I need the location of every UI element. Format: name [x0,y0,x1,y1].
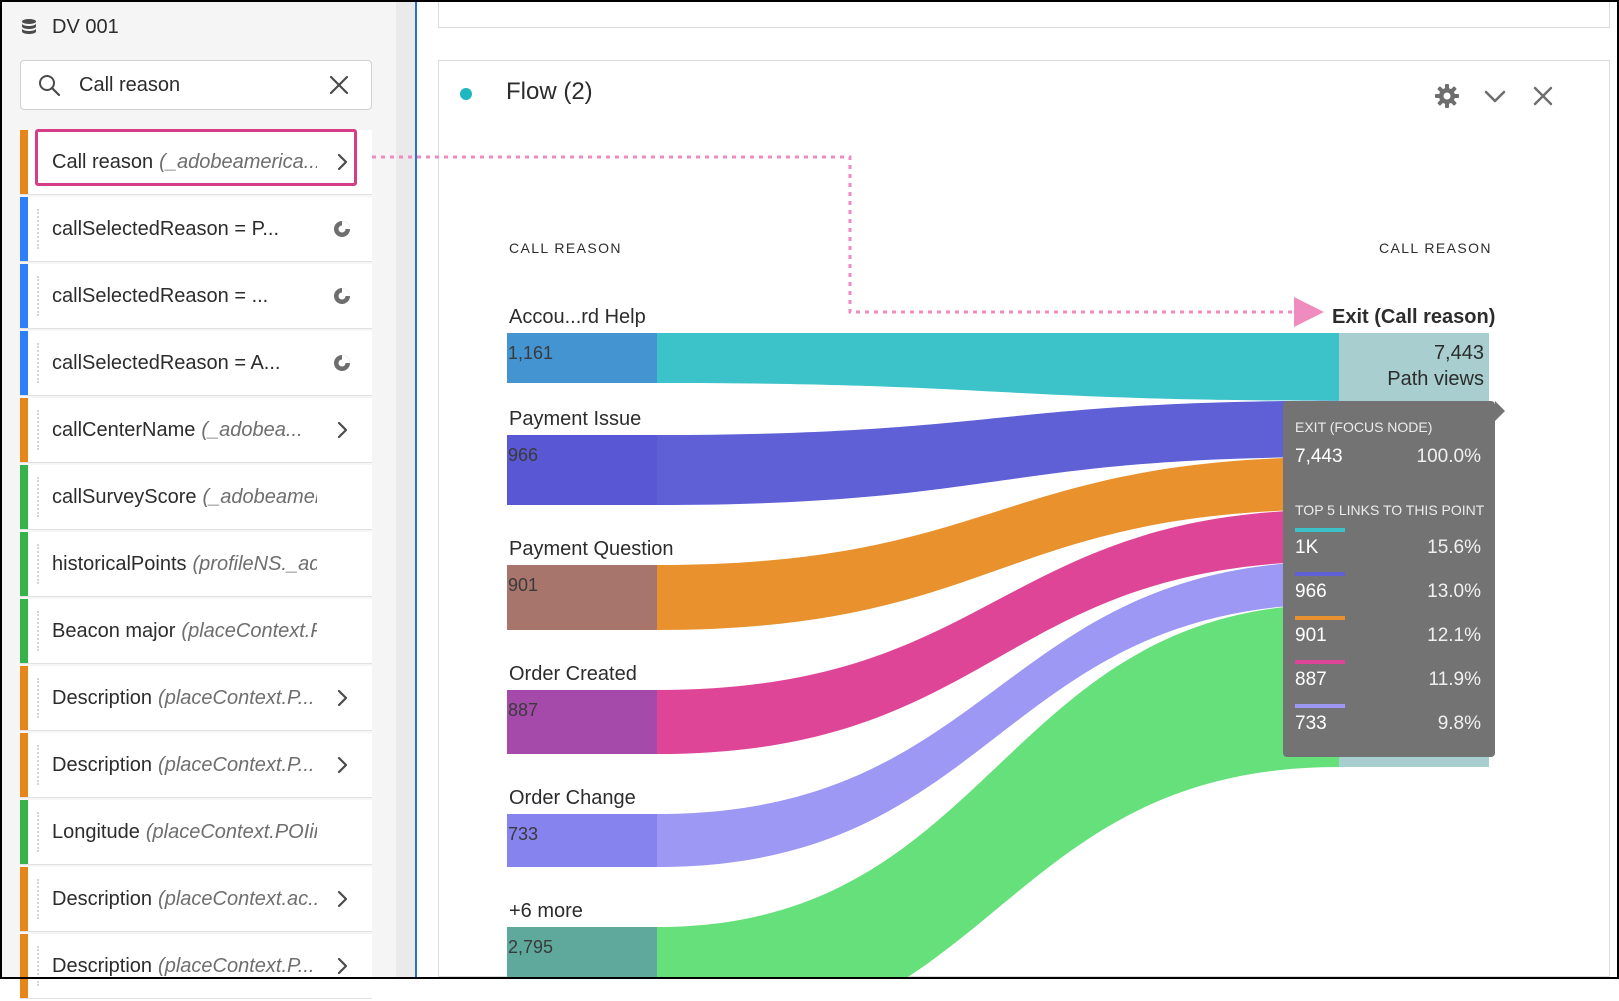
flow-node-value: 733 [508,824,539,844]
flow-node-value: 887 [508,700,539,720]
tooltip-link-value: 1K [1295,537,1319,558]
tooltip-focus-header: EXIT (FOCUS NODE) [1295,419,1433,435]
flow-node-label: Order Change [509,787,636,809]
flow-node-label: Accou...rd Help [509,306,646,328]
tooltip-link-value: 966 [1295,581,1327,602]
tooltip-link-pct: 15.6% [1427,537,1481,558]
exit-node-sublabel: Path views [1387,368,1484,390]
tooltip-focus-pct: 100.0% [1416,446,1481,467]
flow-node-label: Order Created [509,663,637,685]
flow-node-label: +6 more [509,900,583,922]
tooltip-link-pct: 9.8% [1437,713,1481,734]
tooltip-link-swatch [1295,528,1345,532]
tooltip-focus-value: 7,443 [1295,446,1343,467]
flow-link[interactable] [657,604,1339,979]
flow-node-label: Payment Question [509,538,674,560]
tooltip-link-pct: 13.0% [1427,581,1481,602]
tooltip-link-pct: 11.9% [1428,669,1481,690]
tooltip-link-swatch [1295,660,1345,664]
flow-node-value: 1,161 [508,343,554,363]
tooltip-link-swatch [1295,572,1345,576]
flow-link[interactable] [657,333,1339,401]
tooltip-link-value: 733 [1295,713,1327,734]
tooltip-link-pct: 12.1% [1427,625,1481,646]
tooltip-link-swatch [1295,616,1345,620]
tooltip-link-swatch [1295,704,1345,708]
flow-node-label: Payment Issue [509,408,642,430]
tooltip-link-value: 887 [1295,669,1327,690]
tooltip-arrow [1495,401,1505,421]
flow-node-value: 966 [508,445,539,465]
flow-node-value: 2,795 [508,937,554,957]
exit-node-label: Exit (Call reason) [1332,306,1496,328]
annotation-connector [372,155,1324,327]
exit-node-value: 7,443 [1433,342,1484,364]
flow-tooltip: EXIT (FOCUS NODE) 7,443 100.0% TOP 5 LIN… [1283,401,1505,757]
tooltip-link-value: 901 [1295,625,1327,646]
tooltip-links-header: TOP 5 LINKS TO THIS POINT [1295,502,1485,518]
flow-node-value: 901 [508,575,539,595]
